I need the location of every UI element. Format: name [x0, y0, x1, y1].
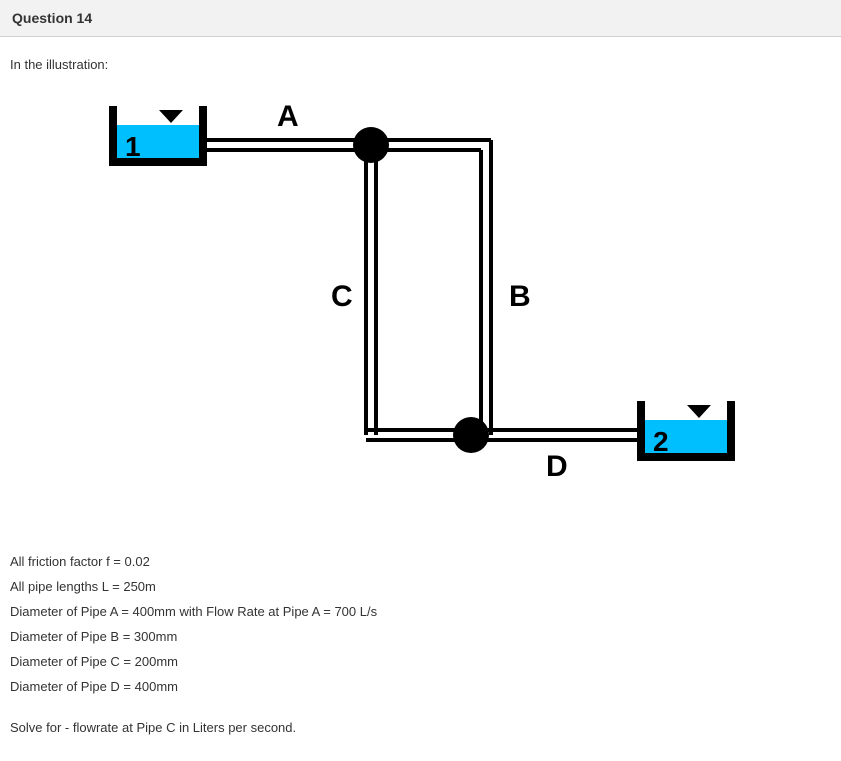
- spec-friction: All friction factor f = 0.02: [10, 554, 831, 569]
- label-c: C: [331, 280, 353, 313]
- pipe-a: [207, 140, 371, 150]
- pipe-c: [364, 145, 466, 440]
- node-top: [353, 127, 389, 163]
- tank-2-label: 2: [653, 426, 669, 457]
- label-d: D: [546, 450, 568, 483]
- question-header: Question 14: [0, 0, 841, 37]
- spec-lengths: All pipe lengths L = 250m: [10, 579, 831, 594]
- question-content: In the illustration: 1: [0, 37, 841, 759]
- intro-text: In the illustration:: [10, 57, 831, 72]
- pipe-diagram: 1 2: [81, 90, 761, 530]
- spec-pipe-c: Diameter of Pipe C = 200mm: [10, 654, 831, 669]
- question-title: Question 14: [12, 10, 92, 26]
- label-a: A: [277, 100, 299, 133]
- label-b: B: [509, 280, 531, 313]
- spec-pipe-d: Diameter of Pipe D = 400mm: [10, 679, 831, 694]
- pipe-d: [471, 430, 637, 440]
- pipe-b: [371, 138, 493, 435]
- solve-prompt: Solve for - flowrate at Pipe C in Liters…: [10, 720, 831, 735]
- tank-1-label: 1: [125, 131, 141, 162]
- spec-pipe-a: Diameter of Pipe A = 400mm with Flow Rat…: [10, 604, 831, 619]
- node-bottom: [453, 417, 489, 453]
- spec-pipe-b: Diameter of Pipe B = 300mm: [10, 629, 831, 644]
- tank-2: 2: [637, 401, 735, 461]
- tank-1: 1: [109, 106, 207, 166]
- illustration: 1 2: [81, 90, 761, 530]
